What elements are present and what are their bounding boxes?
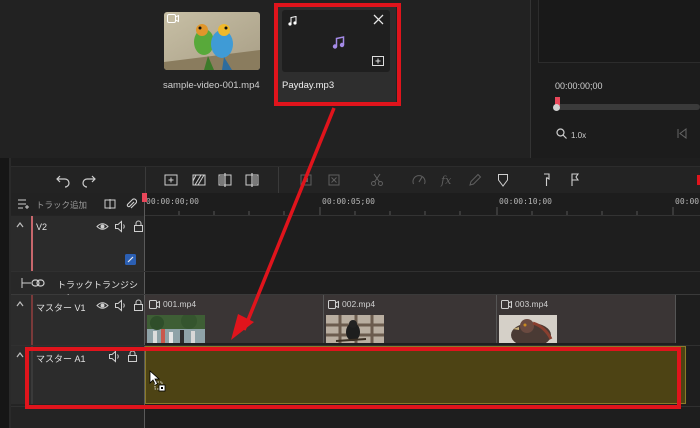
drag-arrow bbox=[231, 107, 336, 340]
